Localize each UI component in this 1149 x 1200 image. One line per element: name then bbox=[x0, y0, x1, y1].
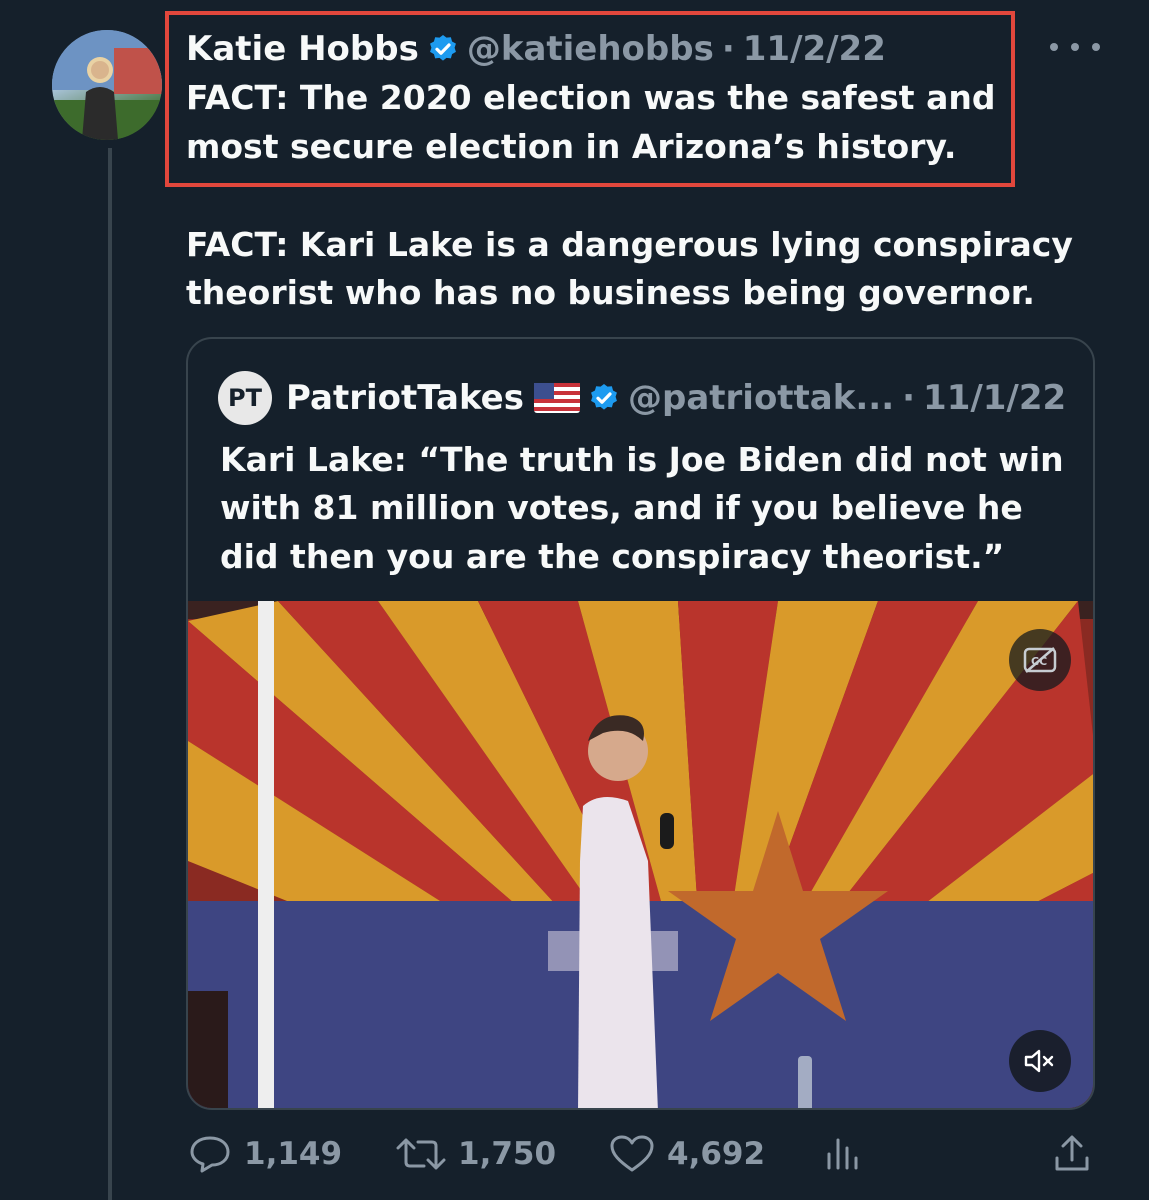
quote-text-line: did then you are the conspiracy theorist… bbox=[220, 537, 1005, 576]
thread-line bbox=[108, 148, 112, 1200]
retweet-button[interactable]: 1,750 bbox=[396, 1130, 556, 1178]
quote-header: PT PatriotTakes @patriottak... · 11/1/22 bbox=[218, 371, 1066, 425]
quote-author-name[interactable]: PatriotTakes bbox=[286, 378, 524, 418]
quote-avatar[interactable]: PT bbox=[218, 371, 272, 425]
tweet-header: Katie Hobbs @katiehobbs · 11/2/22 bbox=[186, 24, 886, 74]
share-button[interactable] bbox=[1052, 1130, 1104, 1178]
reply-count: 1,149 bbox=[244, 1136, 343, 1172]
separator: · bbox=[721, 29, 735, 69]
more-dot bbox=[1071, 43, 1079, 51]
verified-icon bbox=[588, 382, 620, 414]
retweet-icon bbox=[396, 1138, 446, 1170]
tweet-date[interactable]: 11/2/22 bbox=[743, 29, 886, 69]
tweet-text-line: theorist who has no business being gover… bbox=[186, 273, 1035, 312]
like-icon bbox=[610, 1135, 654, 1172]
quote-text-line: Kari Lake: “The truth is Joe Biden did n… bbox=[220, 440, 1064, 479]
more-icon[interactable] bbox=[1050, 32, 1100, 62]
quote-author-handle[interactable]: @patriottak... bbox=[628, 378, 894, 418]
like-count: 4,692 bbox=[667, 1136, 766, 1172]
flag-icon bbox=[533, 383, 580, 413]
author-handle[interactable]: @katiehobbs bbox=[467, 29, 714, 69]
views-icon bbox=[827, 1138, 858, 1170]
tweet-text-line: FACT: The 2020 election was the safest a… bbox=[186, 78, 996, 117]
mute-icon[interactable] bbox=[1009, 1030, 1071, 1092]
more-dot bbox=[1050, 43, 1058, 51]
verified-icon bbox=[427, 33, 459, 65]
tweet-text-line: FACT: Kari Lake is a dangerous lying con… bbox=[186, 225, 1073, 264]
share-icon bbox=[1055, 1135, 1089, 1171]
quoted-tweet-card[interactable]: PT PatriotTakes @patriottak... · 11/1/22… bbox=[186, 337, 1095, 1110]
video-player[interactable]: CC bbox=[188, 601, 1093, 1108]
author-name[interactable]: Katie Hobbs bbox=[186, 29, 419, 69]
reply-icon bbox=[190, 1136, 230, 1173]
views-button[interactable] bbox=[824, 1130, 876, 1178]
separator: · bbox=[902, 378, 916, 418]
reply-button[interactable]: 1,149 bbox=[188, 1130, 342, 1178]
quote-date[interactable]: 11/1/22 bbox=[923, 378, 1066, 418]
author-avatar[interactable] bbox=[52, 30, 162, 140]
tweet-text-line: most secure election in Arizona’s histor… bbox=[186, 127, 957, 166]
retweet-count: 1,750 bbox=[458, 1136, 557, 1172]
video-frame bbox=[188, 601, 1093, 1108]
quote-text-line: with 81 million votes, and if you believ… bbox=[220, 488, 1023, 527]
captions-icon[interactable]: CC bbox=[1009, 629, 1071, 691]
like-button[interactable]: 4,692 bbox=[609, 1130, 765, 1178]
more-dot bbox=[1092, 43, 1100, 51]
